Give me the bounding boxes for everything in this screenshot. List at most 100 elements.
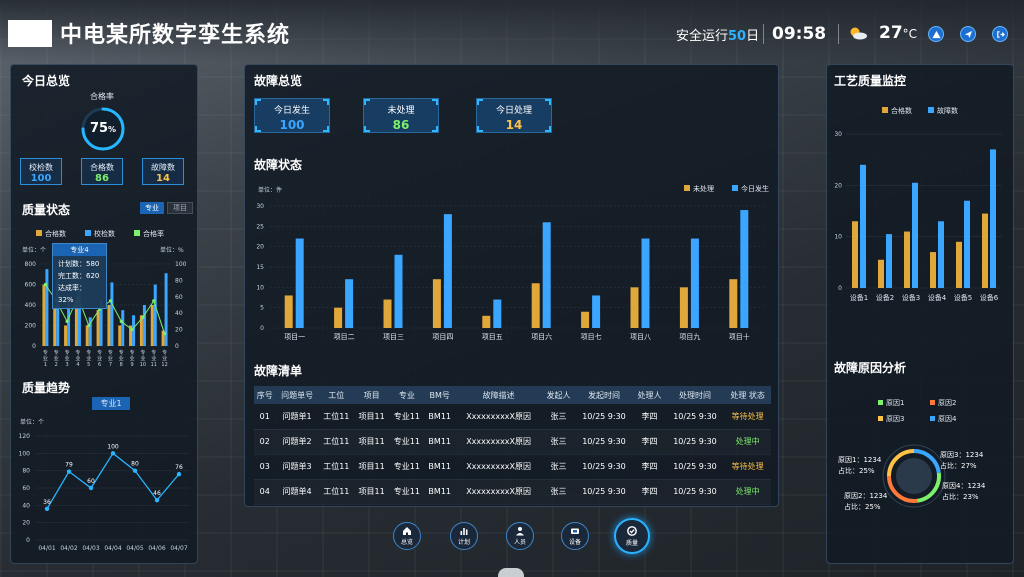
legend-label: 合格数 [891, 106, 912, 115]
process-quality-title: 工艺质量监控 [834, 74, 907, 88]
x-tick-label: 专 [75, 349, 80, 356]
y-tick: 10 [834, 234, 842, 241]
nav-label: 人员 [513, 539, 526, 546]
legend-label: 原因2 [938, 399, 956, 407]
toggle-discipline[interactable]: 专业 [140, 202, 164, 214]
table-cell: 项目11 [353, 429, 390, 455]
y-tick: 20 [834, 182, 842, 189]
expand-handle[interactable] [498, 568, 524, 577]
data-label: 100 [107, 443, 119, 450]
card-corner [323, 126, 329, 132]
legend-label: 故障数 [937, 106, 958, 115]
card-label: 校检数 [29, 163, 53, 172]
x-tick-label: 设备3 [902, 293, 920, 302]
table-cell: 张三 [542, 404, 575, 430]
table-cell: BM11 [424, 454, 455, 480]
table-cell: 李四 [633, 454, 666, 480]
table-cell: 李四 [633, 404, 666, 430]
table-row[interactable]: 02 问题单2 工位11 项目11 专业11 BM11 XxxxxxxxxX原因 张三 10/2… [254, 429, 771, 455]
send-button[interactable] [960, 26, 976, 42]
logo [8, 20, 52, 47]
bar-pass [904, 231, 910, 288]
nav-button-home[interactable]: 总览 [393, 522, 421, 550]
bar-occurred [394, 254, 403, 328]
pass-rate-point [162, 332, 167, 336]
bar-occurred [690, 238, 699, 328]
nav-button-quality[interactable]: 质量 [614, 518, 650, 554]
bar-unprocessed [729, 279, 738, 328]
discipline-select[interactable]: 专业1 [92, 397, 130, 410]
x-tick-label: 04/04 [104, 545, 121, 552]
slice-label: 原因4：1234 [942, 482, 986, 490]
bar-occurred [592, 295, 601, 328]
process-quality-chart: 合格数 故障数 30 20 10 0 设备1 设备2 设备3 设备4 设备5 设备6 [834, 106, 1002, 302]
bar-occurred [641, 238, 650, 328]
card-value: 100 [279, 118, 305, 132]
x-tick-label: 10 [140, 362, 146, 368]
nav-label: 计划 [457, 539, 470, 546]
y-tick-right: 100 [175, 261, 187, 268]
x-tick-label: 项目九 [679, 332, 700, 341]
x-tick-label: 11 [151, 362, 157, 368]
table-cell: 10/25 9:30 [574, 454, 634, 480]
legend-swatch [882, 107, 888, 113]
bar-pass [118, 325, 122, 346]
table-cell: 10/25 9:30 [574, 429, 634, 455]
fault-status-chart: 单位：件 未处理 今日发生 30 25 20 15 10 5 0 项目一 项目二 项目三 项目四 项目五 项目… [256, 184, 769, 341]
y-tick: 20 [22, 520, 30, 527]
table-row[interactable]: 03 问题单3 工位11 项目11 专业11 BM11 XxxxxxxxxX原因 张三 10/2… [254, 454, 771, 480]
x-tick-label: 业 [108, 355, 113, 362]
table-column-header: 发起人 [542, 386, 575, 404]
table-cell: 处理中 [724, 479, 771, 505]
table-cell: BM11 [424, 404, 455, 430]
card-corner [323, 99, 329, 105]
table-cell: BM11 [424, 479, 455, 505]
nav-button-device[interactable]: 设备 [561, 522, 589, 550]
y-tick: 30 [256, 203, 264, 210]
clock: 09:58 [772, 24, 827, 44]
trend-point [176, 471, 182, 477]
table-column-header: 工位 [318, 386, 354, 404]
nav-button-person[interactable]: 人员 [506, 522, 534, 550]
card-corner [432, 99, 438, 105]
card-value: 86 [95, 173, 109, 184]
weather-sun-cloud-icon [850, 27, 867, 40]
alert-button[interactable] [928, 26, 944, 42]
card-value: 14 [505, 118, 523, 132]
bar-fault [912, 182, 918, 288]
x-tick-label: 8 [120, 362, 123, 368]
x-tick-label: 5 [87, 362, 90, 368]
bar-pass [150, 305, 154, 346]
slice-label: 原因1：1234 [838, 456, 882, 464]
x-tick-label: 业 [130, 355, 135, 362]
legend-swatch [930, 400, 935, 405]
table-cell: 10/25 9:30 [665, 429, 725, 455]
table-column-header: 处理人 [633, 386, 666, 404]
quality-trend-chart: 单位：个 120 100 80 60 40 20 0 04/01 04/02 04/03 04/04 0… [19, 418, 190, 552]
card-corner [545, 99, 551, 105]
tooltip-row: 完工数：620 [58, 272, 100, 280]
table-column-header: 问题单号 [275, 386, 319, 404]
card-corner [477, 99, 483, 105]
x-tick-label: 专 [162, 349, 167, 356]
nav-button-chart[interactable]: 计划 [450, 522, 478, 550]
table-column-header: 故障描述 [454, 386, 543, 404]
logout-button[interactable] [992, 26, 1008, 42]
home-icon [403, 527, 411, 535]
divider [763, 24, 764, 44]
x-tick-label: 专 [119, 349, 124, 356]
toggle-project[interactable]: 项目 [167, 202, 193, 214]
table-cell: 项目11 [353, 479, 390, 505]
y-tick-right: 20 [175, 327, 183, 334]
y-axis-label: 单位：件 [258, 186, 282, 194]
table-row[interactable]: 01 问题单1 工位11 项目11 专业11 BM11 XxxxxxxxxX原因 张三 10/2… [254, 404, 771, 430]
logout-icon [996, 30, 1005, 38]
legend-label: 校检数 [94, 229, 115, 238]
fault-card: 未处理 86 [363, 98, 439, 133]
today-overview-title: 今日总览 [22, 74, 71, 88]
x-tick-label: 1 [44, 362, 47, 368]
x-tick-label: 9 [130, 362, 133, 368]
table-row[interactable]: 04 问题单4 工位11 项目11 专业11 BM11 XxxxxxxxxX原因 张三 10/2… [254, 479, 771, 505]
bar-pass [64, 325, 68, 346]
x-tick-label: 专 [108, 349, 113, 356]
